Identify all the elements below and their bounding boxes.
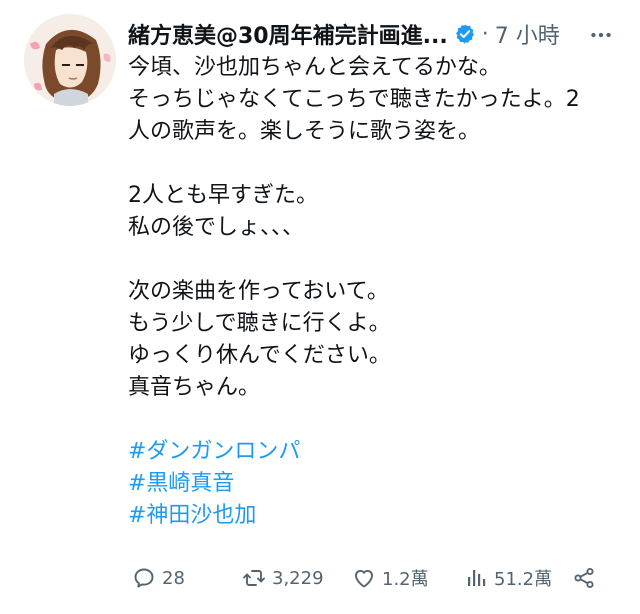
tweet-text-line — [128, 148, 628, 180]
reply-icon — [134, 568, 154, 588]
tweet-text-line: そっちじゃなくてこっちで聴きたかったよ。2 — [128, 87, 580, 112]
retweet-button[interactable]: 3,229 — [242, 562, 324, 594]
tweet-text-line: ゆっくり休んでください。 — [128, 343, 391, 368]
tweet-text-line: 次の楽曲を作っておいて。 — [128, 279, 389, 304]
tweet-header: 緒方恵美@30周年補完計画進... · 7 小時 — [128, 14, 628, 54]
tweet-text-line — [128, 404, 628, 436]
like-button[interactable]: 1.2萬 — [352, 562, 429, 594]
tweet-text-line: 私の後でしょ、、、 — [128, 215, 305, 240]
avatar[interactable] — [24, 14, 116, 106]
tweet-text-line: 人の歌声を。楽しそうに歌う姿を。 — [128, 119, 481, 144]
separator-dot: · — [481, 21, 489, 47]
like-count: 1.2萬 — [382, 569, 429, 590]
tweet: 緒方恵美@30周年補完計画進... · 7 小時 今頃、沙也加ちゃんと会えてるか… — [0, 0, 640, 614]
hashtag-link[interactable]: #神田沙也加 — [128, 500, 256, 532]
tweet-text-line: 真音ちゃん。 — [128, 375, 261, 400]
retweet-count: 3,229 — [272, 567, 324, 589]
heart-icon — [355, 569, 373, 588]
tweet-text: 今頃、沙也加ちゃんと会えてるかな。 そっちじゃなくてこっちで聴きたかったよ。2 … — [128, 52, 628, 532]
share-icon — [574, 567, 594, 589]
views-icon — [468, 570, 486, 586]
hashtag-link[interactable]: #黒崎真音 — [128, 468, 234, 500]
tweet-text-line — [128, 244, 628, 276]
more-icon[interactable] — [586, 20, 616, 50]
tweet-text-line: 2人とも早すぎた。 — [128, 183, 318, 208]
tweet-text-line: 今頃、沙也加ちゃんと会えてるかな。 — [128, 55, 501, 80]
share-button[interactable] — [572, 562, 602, 594]
tweet-actions: 28 3,229 1.2萬 51.2萬 — [128, 562, 618, 594]
avatar-illustration — [24, 14, 116, 106]
view-count: 51.2萬 — [494, 569, 553, 590]
reply-button[interactable]: 28 — [132, 562, 185, 594]
timestamp[interactable]: 7 小時 — [495, 18, 560, 50]
retweet-icon — [243, 570, 265, 586]
reply-count: 28 — [162, 567, 185, 589]
display-name[interactable]: 緒方恵美@30周年補完計画進... — [128, 18, 448, 50]
verified-badge-icon — [454, 23, 476, 45]
hashtag-link[interactable]: #ダンガンロンパ — [128, 436, 300, 468]
views-button[interactable]: 51.2萬 — [464, 562, 552, 594]
tweet-text-line: もう少しで聴きに行くよ。 — [128, 311, 391, 336]
